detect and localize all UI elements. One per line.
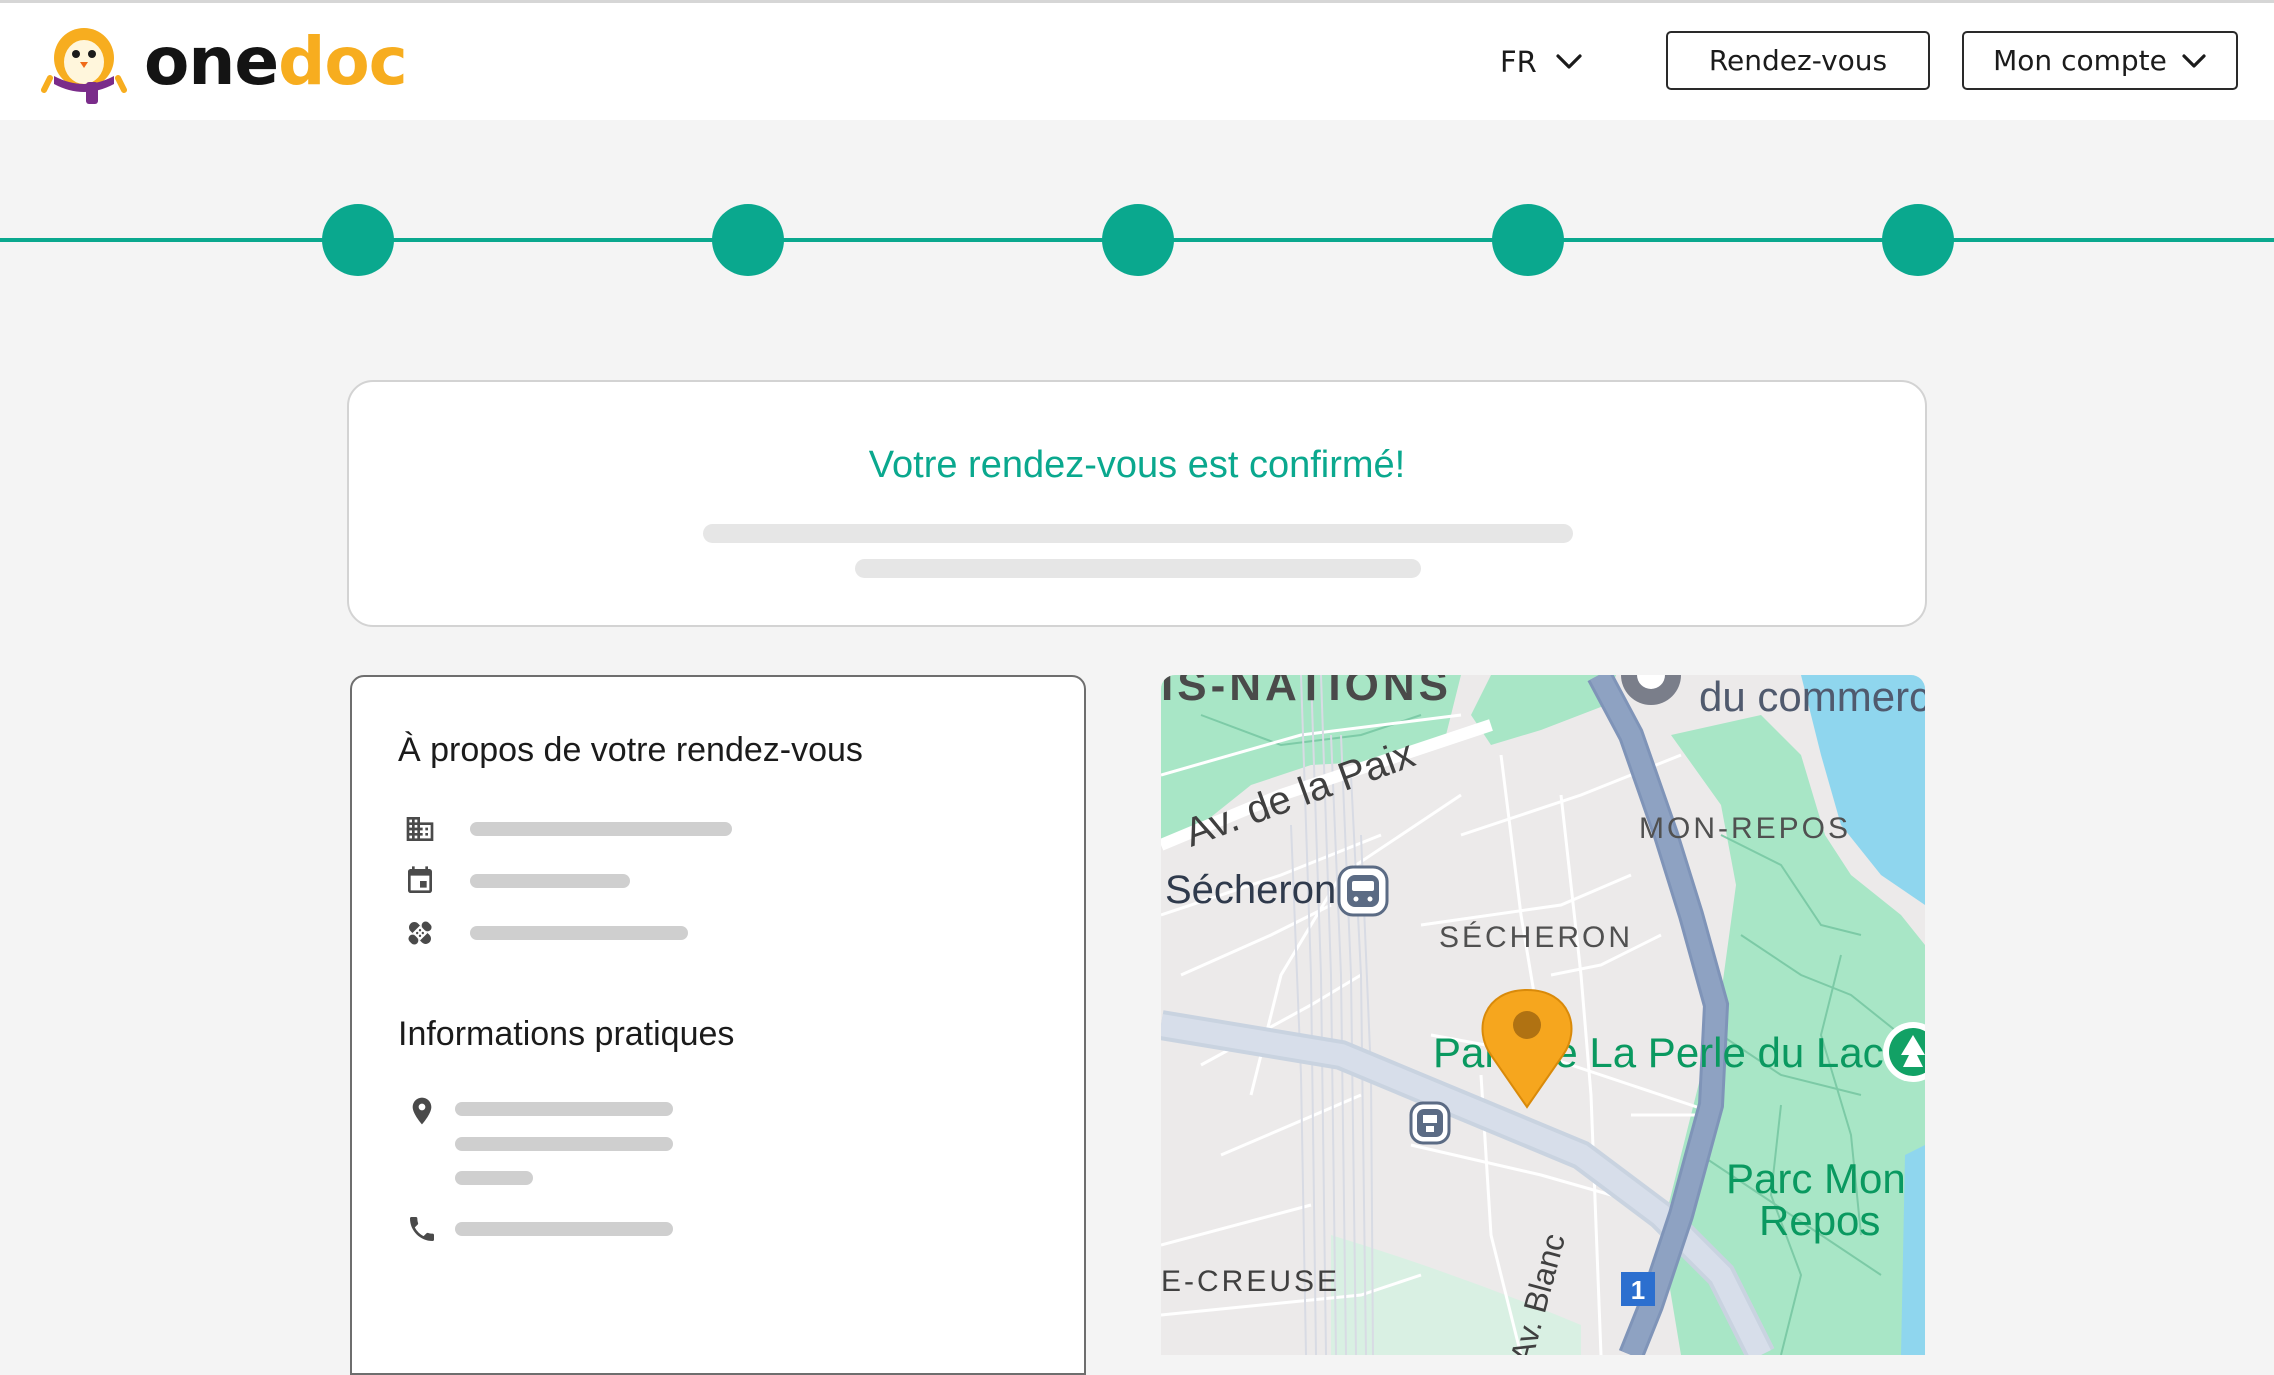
step-2-completed [712,204,784,276]
account-button-label: Mon compte [1993,44,2167,77]
logo-text-one: one [144,23,279,100]
location-pin-icon [412,1097,432,1125]
language-label: FR [1500,45,1537,79]
confirmation-skeleton-line-2 [855,559,1421,578]
appointment-details-card: À propos de votre rendez-vous Informatio… [350,675,1086,1375]
date-skeleton [470,874,630,888]
top-navbar: onedoc FR Rendez-vous Mon compte [0,0,2274,120]
confirmation-card: Votre rendez-vous est confirmé! [347,380,1927,627]
step-3-completed [1102,204,1174,276]
map-canvas[interactable]: IS-NATIONS du commerc Av. de la Paix MON… [1161,675,1925,1355]
penguin-mascot-icon [41,28,127,104]
train-station-icon[interactable] [1337,865,1389,917]
bandage-icon [408,921,432,945]
confirmation-title: Votre rendez-vous est confirmé! [868,444,1406,486]
chevron-down-icon [1556,54,1582,69]
appointment-section-title: À propos de votre rendez-vous [398,731,863,769]
step-5-completed [1882,204,1954,276]
language-selector[interactable]: FR [1500,37,1610,87]
map-label-nations: IS-NATIONS [1161,675,1452,710]
logo-wordmark: onedoc [144,29,408,95]
phone-skeleton [455,1222,673,1236]
address-skeleton-line-3 [455,1171,533,1185]
practical-info-section-title: Informations pratiques [398,1015,735,1053]
phone-icon [410,1217,434,1241]
route-number: 1 [1631,1275,1645,1305]
step-4-completed [1492,204,1564,276]
map-label-commerce: du commerc [1699,675,1925,720]
address-skeleton-line-2 [455,1137,673,1151]
appointments-button[interactable]: Rendez-vous [1666,31,1930,90]
appointments-button-label: Rendez-vous [1708,44,1888,77]
route-1-shield: 1 [1621,1272,1655,1306]
calendar-icon [408,866,432,893]
onedoc-logo[interactable]: onedoc [40,17,440,107]
clinic-name-skeleton [470,822,732,836]
logo-text-doc: doc [278,23,408,100]
building-icon [406,817,434,841]
map-label-mon-repos: MON-REPOS [1639,812,1851,845]
booking-progress-stepper [0,196,2274,286]
account-menu-button[interactable]: Mon compte [1962,31,2238,90]
map-label-secheron-district: SÉCHERON [1439,921,1633,954]
reason-skeleton [470,926,688,940]
tram-stop-icon[interactable] [1409,1101,1451,1145]
map-label-repos: Repos [1759,1197,1880,1244]
chevron-down-icon [2182,53,2206,68]
step-1-completed [322,204,394,276]
location-map[interactable]: IS-NATIONS du commerc Av. de la Paix MON… [1161,675,1925,1355]
map-label-secheron-station: Sécheron [1165,868,1336,912]
map-label-parc-mon: Parc Mon [1726,1155,1906,1202]
confirmation-skeleton-line-1 [703,524,1573,543]
address-skeleton-line-1 [455,1102,673,1116]
map-label-creuse: E-CREUSE [1161,1265,1340,1298]
